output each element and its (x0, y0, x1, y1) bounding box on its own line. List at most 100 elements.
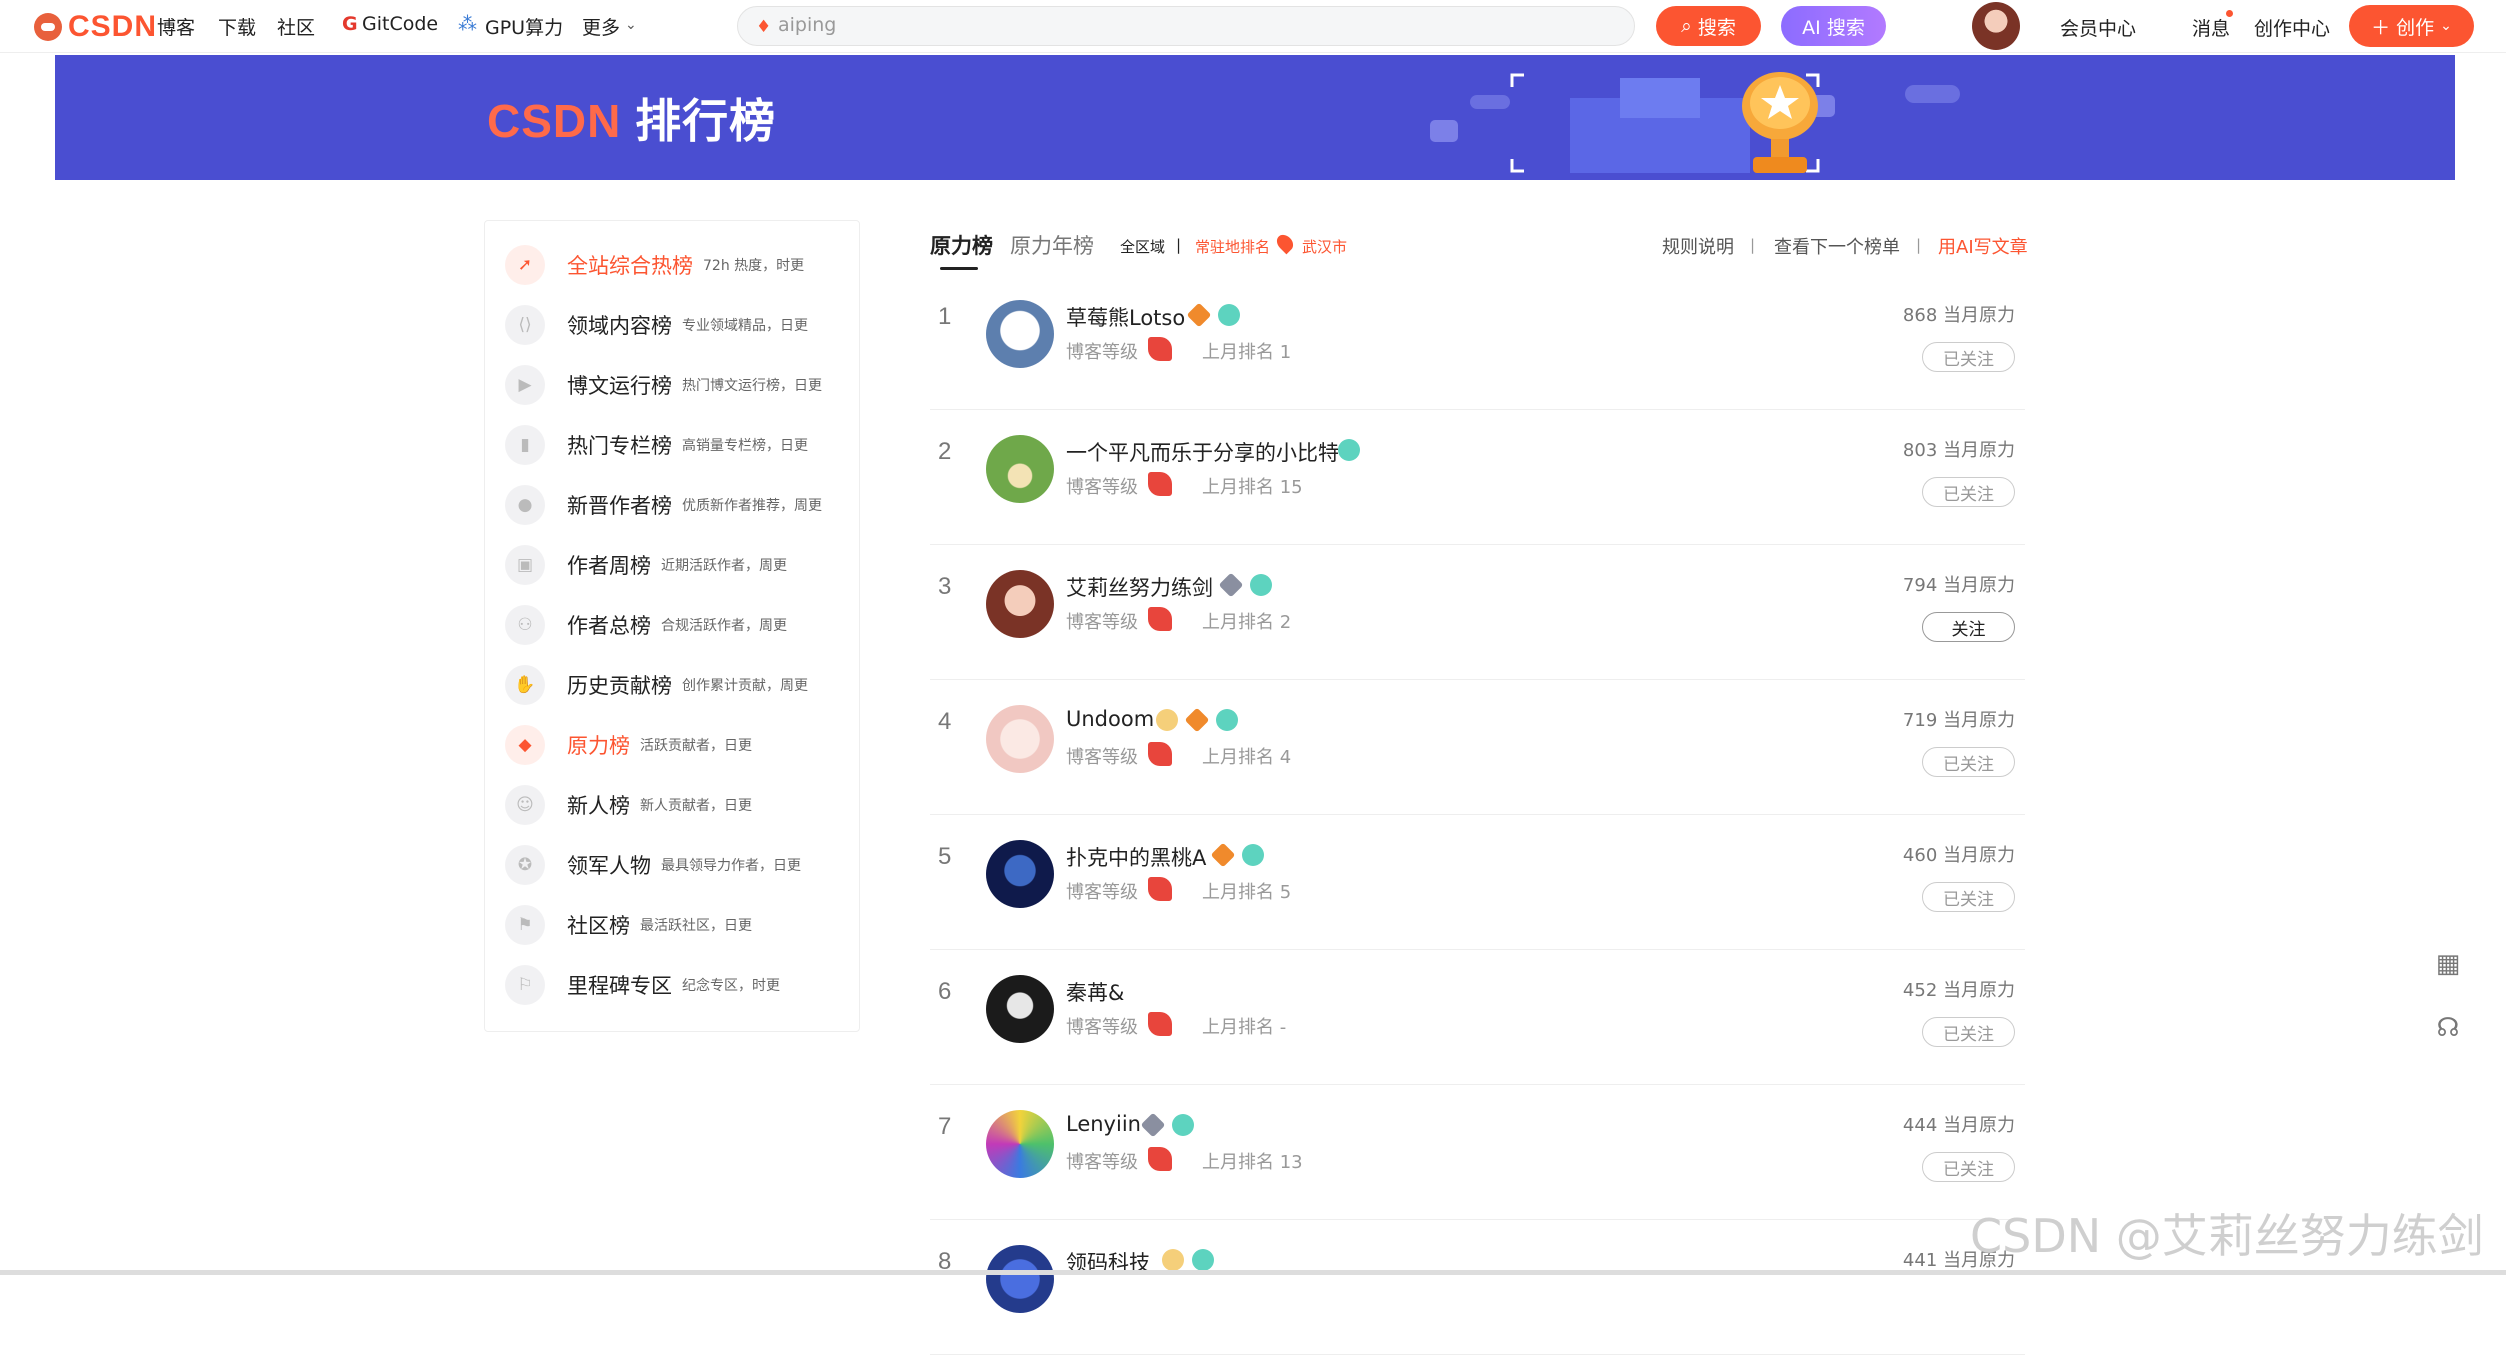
tab-force[interactable]: 原力榜 (930, 230, 993, 260)
table-row[interactable]: 5 扑克中的黑桃A 博客等级 上月排名 5 460 当月原力 已关注 (930, 815, 2025, 950)
follow-button[interactable]: 已关注 (1922, 882, 2015, 912)
level-icon (1148, 337, 1172, 361)
search-input[interactable] (778, 14, 1378, 36)
nav-download[interactable]: 下载 (218, 13, 256, 40)
rules-link[interactable]: 规则说明 (1662, 233, 1734, 259)
badge-icon (1242, 844, 1264, 866)
sidebar-item[interactable]: ⟨⟩ 领域内容榜 专业领域精品，日更 (505, 305, 808, 345)
nav-blog[interactable]: 博客 (157, 13, 195, 40)
sidebar-item[interactable]: ▶ 博文运行榜 热门博文运行榜，日更 (505, 365, 822, 405)
table-row[interactable]: 7 Lenyiin 博客等级 上月排名 13 444 当月原力 已关注 (930, 1085, 2025, 1220)
chevron-down-icon: ⌄ (2440, 18, 2452, 34)
avatar[interactable] (986, 570, 1054, 638)
csdn-logo[interactable]: CSDN (34, 10, 157, 44)
nav-gitcode[interactable]: GitCode (362, 13, 438, 35)
level-icon (1148, 742, 1172, 766)
banner-title-text: 排行榜 (635, 95, 777, 147)
last-month-rank: 上月排名 2 (1202, 612, 1292, 633)
author-name[interactable]: 草莓熊Lotso (1066, 302, 1185, 332)
ranking-sidebar: ➚ 全站综合热榜 72h 热度，时更 ⟨⟩ 领域内容榜 专业领域精品，日更 ▶ 博文运行榜 热门… (484, 220, 860, 1032)
city-filter[interactable]: 武汉市 (1302, 236, 1347, 257)
avatar[interactable] (986, 1245, 1054, 1313)
author-name[interactable]: 一个平凡而乐于分享的小比特 (1066, 437, 1339, 467)
rank-number: 4 (938, 708, 952, 735)
tab-force-year[interactable]: 原力年榜 (1010, 230, 1094, 260)
level-icon (1148, 877, 1172, 901)
level-label: 博客等级 (1066, 1017, 1138, 1038)
follow-button[interactable]: 已关注 (1922, 747, 2015, 777)
sidebar-item[interactable]: ➚ 全站综合热榜 72h 热度，时更 (505, 245, 804, 285)
monthly-force: 794 当月原力 (1902, 575, 2015, 596)
create-button[interactable]: ＋ 创作 ⌄ (2349, 5, 2474, 47)
active-tab-underline (940, 267, 978, 270)
region-filter[interactable]: 全区域 (1120, 236, 1165, 257)
creator-center-link[interactable]: 创作中心 (2254, 14, 2330, 41)
ai-write-link[interactable]: 用AI写文章 (1938, 233, 2028, 259)
follow-button[interactable]: 已关注 (1922, 1017, 2015, 1047)
sidebar-item[interactable]: ✋ 历史贡献榜 创作累计贡献，周更 (505, 665, 808, 705)
sidebar-item-label: 作者总榜 (567, 614, 651, 638)
sidebar-item-label: 全站综合热榜 (567, 254, 693, 278)
follow-button[interactable]: 已关注 (1922, 342, 2015, 372)
follow-button[interactable]: 已关注 (1922, 477, 2015, 507)
fire-icon: ♦ (756, 17, 772, 37)
sidebar-item[interactable]: ◆ 原力榜 活跃贡献者，日更 (505, 725, 752, 765)
author-name[interactable]: Lenyiin (1066, 1112, 1141, 1136)
messages-link[interactable]: 消息 (2192, 14, 2230, 41)
headset-icon[interactable]: ☊ (2430, 1010, 2466, 1046)
next-board-link[interactable]: 查看下一个榜单 (1774, 233, 1900, 259)
resident-rank-link[interactable]: 常驻地排名 (1195, 236, 1270, 257)
ai-search-button[interactable]: AI 搜索 (1781, 6, 1886, 46)
sidebar-item[interactable]: ⚐ 里程碑专区 纪念专区，时更 (505, 965, 780, 1005)
rank-number: 3 (938, 573, 952, 600)
sidebar-item[interactable]: ● 新晋作者榜 优质新作者推荐，周更 (505, 485, 822, 525)
avatar[interactable] (986, 705, 1054, 773)
table-row[interactable]: 6 秦苒& 博客等级 上月排名 - 452 当月原力 已关注 (930, 950, 2025, 1085)
badge-group (1162, 1249, 1214, 1271)
author-name[interactable]: 艾莉丝努力练剑 (1066, 572, 1213, 602)
nav-gpu[interactable]: GPU算力 (485, 13, 563, 40)
avatar[interactable] (986, 435, 1054, 503)
sidebar-item-subtitle: 专业领域精品，日更 (682, 318, 808, 334)
watermark: CSDN @艾莉丝努力练剑 (1970, 1209, 2484, 1263)
table-row[interactable]: 8 领码科技 441 当月原力 (930, 1220, 2025, 1355)
milestone-icon: ⚐ (505, 965, 545, 1005)
member-center-link[interactable]: 会员中心 (2060, 14, 2136, 41)
monthly-force: 460 当月原力 (1902, 845, 2015, 866)
avatar[interactable] (986, 1110, 1054, 1178)
author-name[interactable]: 秦苒& (1066, 977, 1124, 1007)
level-icon (1148, 1147, 1172, 1171)
sidebar-item[interactable]: ▮ 热门专栏榜 高销量专栏榜，日更 (505, 425, 808, 465)
level-icon (1148, 472, 1172, 496)
qrcode-icon[interactable]: ▦ (2430, 946, 2466, 982)
table-row[interactable]: 2 一个平凡而乐于分享的小比特 博客等级 上月排名 15 803 当月原力 已关注 (930, 410, 2025, 545)
search-icon: ⌕ (1681, 15, 1692, 37)
avatar[interactable] (986, 840, 1054, 908)
nav-more[interactable]: 更多 (582, 13, 620, 40)
sidebar-item-label: 历史贡献榜 (567, 674, 672, 698)
table-row[interactable]: 4 Undoom 博客等级 上月排名 4 719 当月原力 已关注 (930, 680, 2025, 815)
sidebar-item[interactable]: ⚑ 社区榜 最活跃社区，日更 (505, 905, 752, 945)
sidebar-item[interactable]: ☺ 新人榜 新人贡献者，日更 (505, 785, 752, 825)
table-row[interactable]: 3 艾莉丝努力练剑 博客等级 上月排名 2 794 当月原力 关注 (930, 545, 2025, 680)
author-name[interactable]: Undoom (1066, 707, 1154, 731)
table-row[interactable]: 1 草莓熊Lotso 博客等级 上月排名 1 868 当月原力 已关注 (930, 275, 2025, 410)
avatar[interactable] (986, 300, 1054, 368)
sidebar-item[interactable]: ✪ 领军人物 最具领导力作者，日更 (505, 845, 801, 885)
last-month-rank: 上月排名 - (1202, 1017, 1287, 1038)
search-button[interactable]: ⌕ 搜索 (1656, 6, 1761, 46)
follow-button[interactable]: 已关注 (1922, 1152, 2015, 1182)
user-avatar[interactable] (1972, 2, 2020, 50)
book-icon: ▮ (505, 425, 545, 465)
banner-brand: CSDN (487, 95, 622, 147)
medal-icon: ✪ (505, 845, 545, 885)
code-icon: ⟨⟩ (505, 305, 545, 345)
badge-icon (1140, 1112, 1166, 1138)
sidebar-item[interactable]: ⚇ 作者总榜 合规活跃作者，周更 (505, 605, 787, 645)
follow-button[interactable]: 关注 (1922, 612, 2015, 642)
nav-community[interactable]: 社区 (277, 13, 315, 40)
author-name[interactable]: 扑克中的黑桃A (1066, 842, 1206, 872)
mascot-icon (34, 13, 62, 41)
sidebar-item[interactable]: ▣ 作者周榜 近期活跃作者，周更 (505, 545, 787, 585)
avatar[interactable] (986, 975, 1054, 1043)
